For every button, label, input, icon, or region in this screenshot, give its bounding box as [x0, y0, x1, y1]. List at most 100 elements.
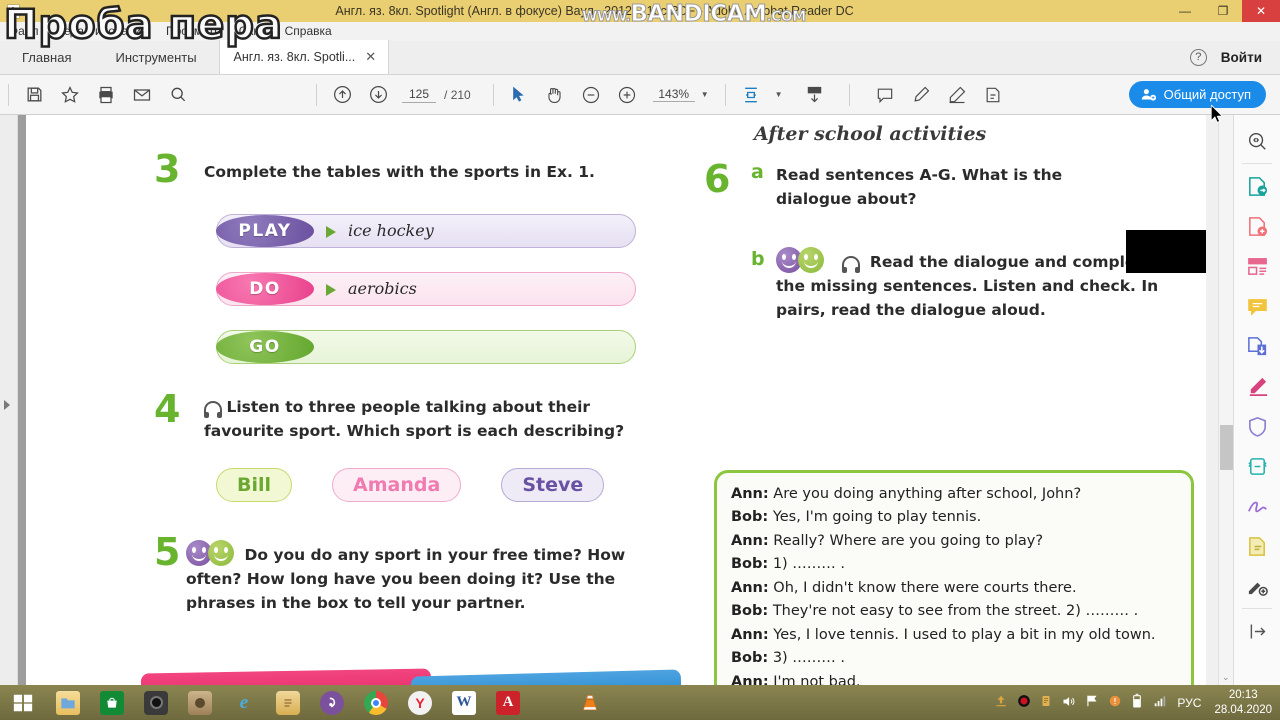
record-icon[interactable] — [1017, 694, 1031, 711]
fit-chevron-down-icon[interactable]: ▼ — [775, 90, 783, 99]
fill-and-sign-icon[interactable] — [1240, 486, 1274, 526]
clock-date: 28.04.2020 — [1214, 703, 1272, 716]
restore-button[interactable]: ❐ — [1204, 0, 1242, 22]
star-icon[interactable] — [52, 75, 88, 115]
close-icon[interactable]: ✕ — [365, 49, 376, 65]
exercise-6b-label: b — [751, 248, 765, 270]
menu-help[interactable]: Справка — [276, 22, 341, 41]
viber-icon[interactable] — [310, 685, 354, 720]
menu-window[interactable]: Окно — [230, 22, 276, 41]
tabstrip-right-group: ? Войти — [1189, 40, 1280, 74]
vertical-scrollbar[interactable]: ⌄ — [1218, 115, 1233, 685]
exercise-6b-text: Read the dialogue and complete the missi… — [776, 253, 1159, 320]
page-total-label: / 210 — [444, 87, 471, 102]
acrobat-reader-icon[interactable]: A — [486, 685, 530, 720]
edit-pdf-icon[interactable] — [1240, 366, 1274, 406]
more-tools-icon[interactable] — [1240, 566, 1274, 606]
signin-button[interactable]: Войти — [1221, 50, 1262, 65]
media-player-icon[interactable] — [134, 685, 178, 720]
verb-label-do: DO — [216, 273, 314, 305]
vlc-icon[interactable] — [568, 685, 612, 720]
menu-file[interactable]: Файл — [0, 22, 48, 41]
hand-tool-icon[interactable] — [537, 75, 573, 115]
stamp-icon[interactable] — [1240, 526, 1274, 566]
fit-page-icon[interactable] — [733, 75, 769, 115]
compress-pdf-icon[interactable] — [1240, 326, 1274, 366]
export-pdf-icon[interactable] — [1240, 166, 1274, 206]
exercise-4-number: 4 — [154, 387, 181, 431]
answer-do: aerobics — [348, 279, 417, 298]
verb-label-play: PLAY — [216, 215, 314, 247]
network-icon[interactable] — [1152, 694, 1168, 711]
organize-pages-icon[interactable] — [1240, 246, 1274, 286]
close-button[interactable]: ✕ — [1242, 0, 1280, 22]
decor-bottom-pink-box — [140, 668, 432, 685]
scrollbar-thumb[interactable] — [1220, 425, 1233, 470]
zoom-in-button[interactable] — [609, 75, 645, 115]
chevron-down-icon[interactable]: ▼ — [701, 90, 709, 99]
tab-home[interactable]: Главная — [0, 40, 93, 74]
update-icon[interactable] — [1108, 694, 1122, 711]
system-tray: РУС 20:13 28.04.2020 — [994, 688, 1280, 717]
tools-rail — [1233, 115, 1280, 685]
upload-icon[interactable] — [994, 694, 1008, 711]
save-icon[interactable] — [16, 75, 52, 115]
smiley-green-icon — [208, 540, 234, 566]
zoom-level-input[interactable]: 143% — [652, 87, 695, 102]
left-panel-rail[interactable] — [0, 115, 18, 685]
microsoft-store-icon[interactable] — [90, 685, 134, 720]
comment-icon[interactable] — [1240, 286, 1274, 326]
minimize-button[interactable]: — — [1166, 0, 1204, 22]
chrome-icon[interactable] — [354, 685, 398, 720]
notepad-icon[interactable] — [266, 685, 310, 720]
email-icon[interactable] — [124, 75, 160, 115]
scroll-mode-icon[interactable] — [797, 75, 833, 115]
draw-icon[interactable] — [939, 75, 975, 115]
tab-tools[interactable]: Инструменты — [93, 40, 218, 74]
sign-icon[interactable] — [975, 75, 1011, 115]
expand-panel-icon[interactable] — [4, 400, 10, 410]
dialogue-line: Bob: 3) ……… . — [731, 650, 846, 667]
start-icon[interactable] — [0, 685, 46, 720]
protect-icon[interactable] — [1240, 406, 1274, 446]
dialogue-line: Ann: Really? Where are you going to play… — [731, 532, 1044, 549]
name-pill-amanda: Amanda — [332, 468, 462, 502]
optimize-pdf-icon[interactable] — [1240, 446, 1274, 486]
main-toolbar: 125 / 210 143% ▼ ▼ Общий доступ — [0, 75, 1280, 115]
clock[interactable]: 20:13 28.04.2020 — [1214, 688, 1272, 717]
exercise-5-block: Do you do any sport in your free time? H… — [186, 540, 656, 615]
previous-page-button[interactable] — [324, 75, 360, 115]
help-icon[interactable]: ? — [1189, 48, 1207, 66]
highlight-icon[interactable] — [903, 75, 939, 115]
photos-icon[interactable] — [178, 685, 222, 720]
app-icon[interactable] — [1040, 694, 1052, 711]
menu-view[interactable]: Просмотр — [157, 22, 230, 41]
yandex-icon[interactable]: Y — [398, 685, 442, 720]
share-button[interactable]: Общий доступ — [1128, 81, 1266, 108]
search-icon[interactable] — [160, 75, 196, 115]
arrow-icon — [326, 226, 336, 238]
create-pdf-icon[interactable] — [1240, 206, 1274, 246]
next-page-button[interactable] — [360, 75, 396, 115]
page-navigation: 125 / 210 — [402, 87, 471, 103]
language-indicator[interactable]: РУС — [1177, 696, 1201, 710]
page-number-input[interactable]: 125 — [402, 87, 436, 103]
tab-document[interactable]: Англ. яз. 8кл. Spotli... ✕ — [218, 40, 390, 74]
comment-icon[interactable] — [867, 75, 903, 115]
internet-explorer-icon[interactable]: e — [222, 685, 266, 720]
flag-icon[interactable] — [1085, 694, 1099, 711]
word-icon[interactable]: W — [442, 685, 486, 720]
select-tool-icon[interactable] — [501, 75, 537, 115]
vlc-cone-icon — [582, 694, 598, 710]
zoom-out-button[interactable] — [573, 75, 609, 115]
dialogue-line: Bob: 1) ……… . — [731, 556, 846, 573]
file-explorer-icon[interactable] — [46, 685, 90, 720]
dialogue-line: Ann: I'm not bad. — [731, 673, 861, 685]
menu-edit[interactable]: Редактирование — [48, 22, 157, 41]
search-document-icon[interactable] — [1240, 121, 1274, 161]
battery-icon[interactable] — [1131, 693, 1143, 712]
print-icon[interactable] — [88, 75, 124, 115]
collapse-panel-icon[interactable] — [1240, 611, 1274, 651]
volume-icon[interactable] — [1061, 694, 1076, 712]
chevron-down-icon[interactable]: ⌄ — [1222, 672, 1230, 683]
